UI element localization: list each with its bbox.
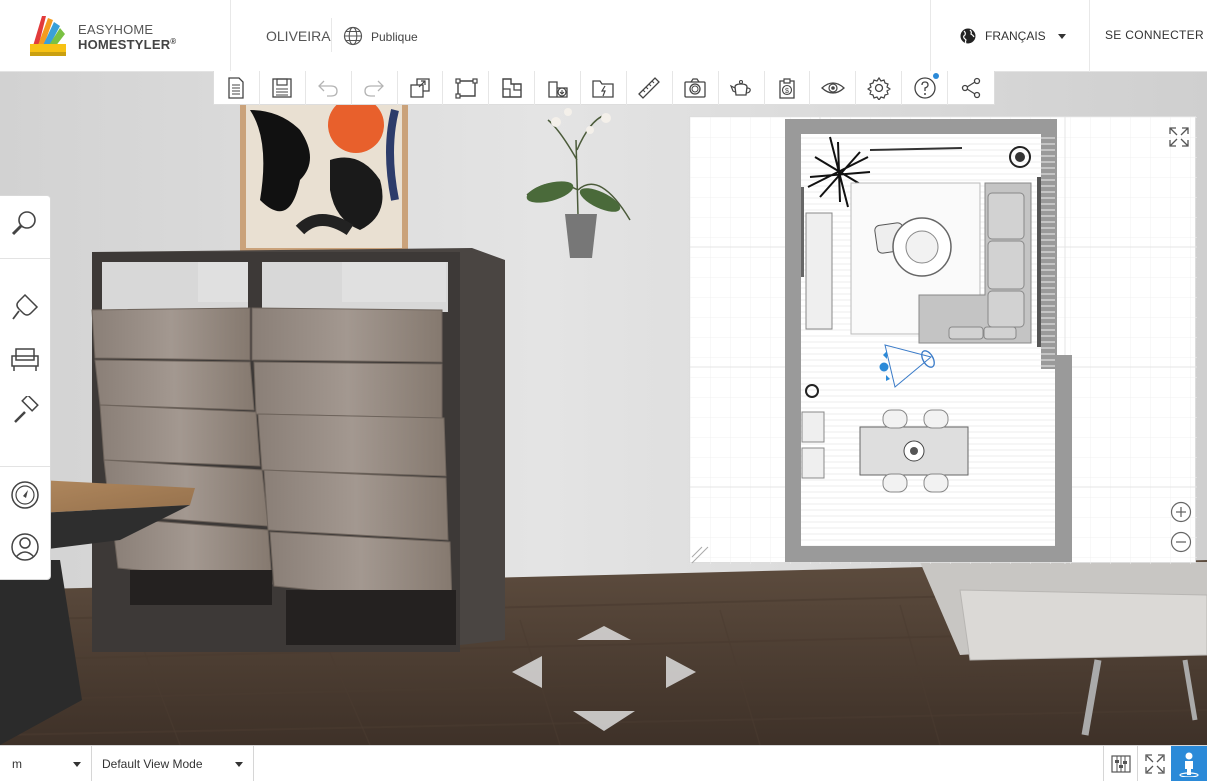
divider <box>0 258 50 259</box>
project-name[interactable]: OLIVEIRA <box>266 28 331 44</box>
zoom-in-icon[interactable] <box>1170 501 1192 528</box>
unit-select[interactable]: m <box>0 746 92 781</box>
arrow-left-icon[interactable] <box>512 656 544 688</box>
view-mode-select[interactable]: Default View Mode <box>92 746 254 781</box>
view-mode-value: Default View Mode <box>102 757 203 771</box>
help-icon[interactable] <box>902 71 948 105</box>
main-toolbar: $ <box>213 71 995 105</box>
shovel-icon[interactable] <box>0 284 50 330</box>
divider <box>0 466 50 467</box>
expand-icon[interactable] <box>1168 126 1190 153</box>
language-selector[interactable]: FRANÇAIS <box>960 26 1066 46</box>
undo-icon[interactable] <box>306 71 352 105</box>
copy-icon[interactable] <box>398 71 444 105</box>
share-icon[interactable] <box>948 71 994 105</box>
ruler-icon[interactable] <box>627 71 673 105</box>
teapot-icon[interactable] <box>719 71 765 105</box>
compass-icon[interactable] <box>0 472 50 518</box>
header: EASYHOME HOMESTYLER® OLIVEIRA Publique F… <box>0 0 1207 72</box>
globe-icon <box>343 26 363 46</box>
unit-value: m <box>12 757 22 771</box>
gear-icon[interactable] <box>856 71 903 105</box>
language-label: FRANÇAIS <box>985 29 1046 43</box>
price-tag-icon[interactable]: $ <box>765 71 811 105</box>
divider <box>1089 0 1090 72</box>
camera-icon[interactable] <box>673 71 719 105</box>
room-shape-icon[interactable] <box>489 71 536 105</box>
arrow-down-icon[interactable] <box>573 711 635 731</box>
divider <box>930 0 931 72</box>
zoom-out-icon[interactable] <box>1170 531 1192 558</box>
walk-mode-icon[interactable] <box>1171 746 1207 781</box>
user-icon[interactable] <box>0 524 50 570</box>
import-icon[interactable] <box>535 71 581 105</box>
floor-plan-minimap[interactable] <box>689 116 1197 564</box>
brand-line1: EASYHOME <box>78 22 154 37</box>
arrow-up-icon[interactable] <box>577 626 631 640</box>
armchair-icon[interactable] <box>0 336 50 382</box>
chevron-down-icon <box>235 762 243 767</box>
save-icon[interactable] <box>260 71 306 105</box>
visibility-label[interactable]: Publique <box>371 30 418 44</box>
redo-icon[interactable] <box>352 71 398 105</box>
divider <box>230 0 231 72</box>
eye-icon[interactable] <box>810 71 857 105</box>
floor-plan-icon[interactable] <box>443 71 490 105</box>
arrow-right-icon[interactable] <box>664 656 696 688</box>
app: EASYHOME HOMESTYLER® OLIVEIRA Publique F… <box>0 0 1207 781</box>
brand-line2: HOMESTYLER® <box>78 37 176 52</box>
logo[interactable]: EASYHOME HOMESTYLER® <box>28 14 188 58</box>
paint-roller-icon[interactable] <box>0 389 50 435</box>
left-tool-panel <box>0 195 51 580</box>
chevron-down-icon <box>73 762 81 767</box>
notification-dot <box>933 73 939 79</box>
chevron-down-icon <box>1057 33 1066 39</box>
bottom-bar: m Default View Mode <box>0 745 1207 781</box>
floor-plan-drawing <box>690 117 1197 564</box>
svg-text:$: $ <box>785 88 789 95</box>
folder-icon[interactable] <box>581 71 627 105</box>
brand-mark: ® <box>170 37 177 46</box>
new-file-icon[interactable] <box>214 71 260 105</box>
fullscreen-icon[interactable] <box>1137 746 1171 781</box>
logo-mark-icon <box>30 16 66 56</box>
login-button[interactable]: SE CONNECTER <box>1105 28 1204 42</box>
level-adjust-icon[interactable] <box>1103 746 1137 781</box>
brand-name: HOMESTYLER <box>78 37 171 52</box>
divider <box>331 18 332 52</box>
earth-icon <box>960 28 976 44</box>
search-icon[interactable] <box>0 200 50 246</box>
